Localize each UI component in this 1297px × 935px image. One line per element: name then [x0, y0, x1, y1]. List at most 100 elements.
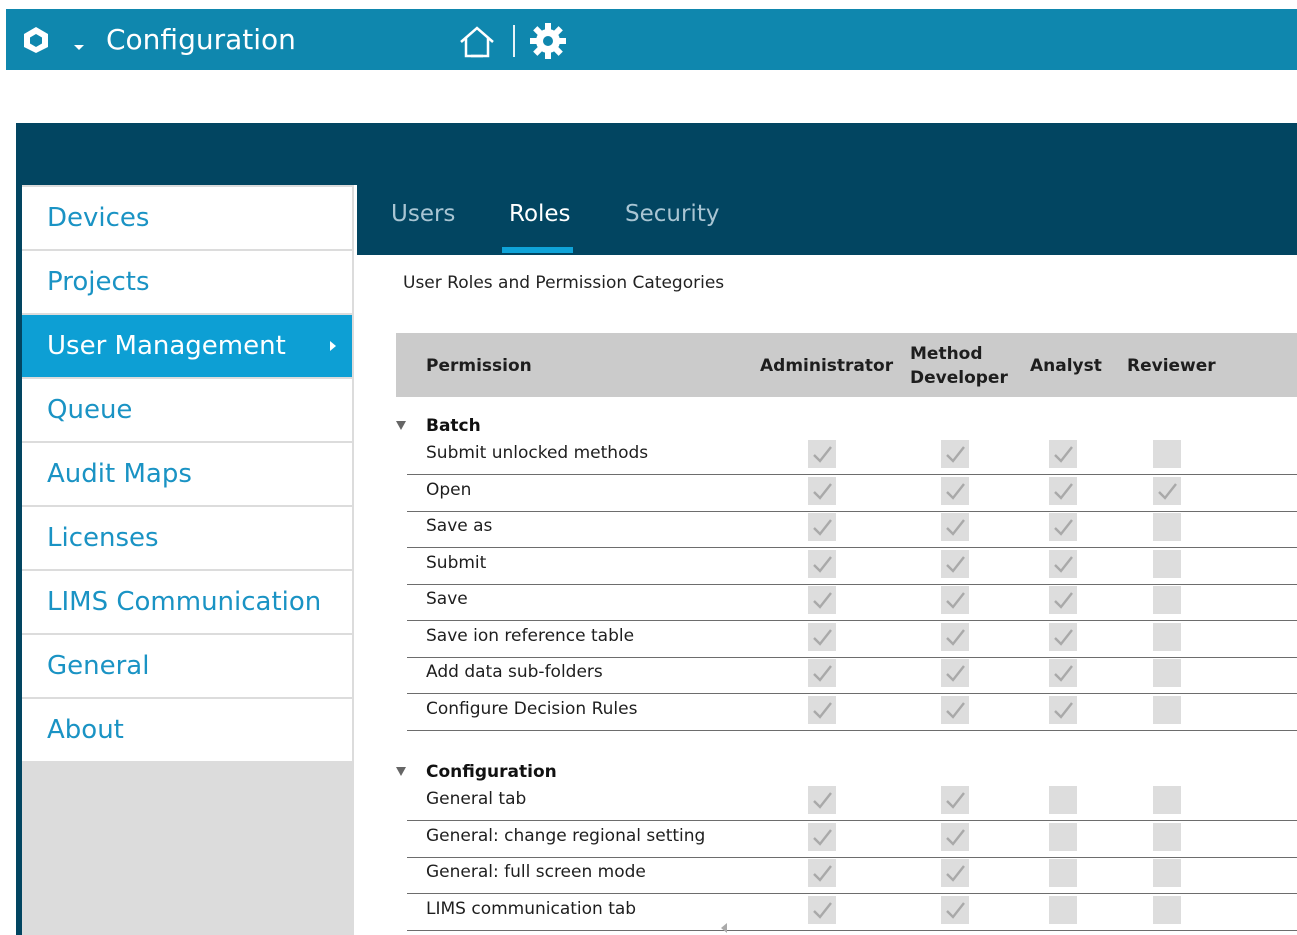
expand-triangle-icon[interactable]	[396, 421, 406, 430]
permission-group-name: Batch	[426, 416, 481, 436]
checkbox-reviewer[interactable]	[1153, 513, 1181, 541]
tab-roles[interactable]: Roles	[509, 201, 571, 227]
checkbox-administrator[interactable]	[808, 859, 836, 887]
sidebar-item-label: Audit Maps	[47, 459, 192, 489]
expand-triangle-icon[interactable]	[396, 767, 406, 776]
checkbox-administrator[interactable]	[808, 786, 836, 814]
sidebar-item-general[interactable]: General	[22, 635, 352, 697]
home-icon[interactable]	[458, 25, 496, 59]
checkbox-reviewer[interactable]	[1153, 659, 1181, 687]
checkbox-analyst[interactable]	[1049, 895, 1077, 924]
checkmark-icon	[946, 446, 965, 463]
permission-label: General: change regional setting	[426, 825, 706, 846]
sidebar-item-user-management[interactable]: User Management	[22, 315, 352, 377]
checkmark-icon	[1054, 665, 1073, 682]
checkbox-method-developer[interactable]	[941, 476, 969, 505]
permission-row: Configure Decision Rules	[407, 694, 1297, 731]
checkmark-icon	[946, 792, 965, 809]
gear-icon[interactable]	[528, 21, 568, 61]
checkmark-icon	[1054, 555, 1073, 573]
permission-label: General tab	[426, 789, 527, 809]
permission-group-header[interactable]: Batch	[396, 416, 481, 436]
hexagon-logo-icon[interactable]	[22, 26, 50, 54]
checkbox-analyst[interactable]	[1049, 622, 1077, 651]
sidebar-item-label: Devices	[47, 203, 150, 233]
checkbox-administrator[interactable]	[808, 695, 836, 724]
checkbox-reviewer[interactable]	[1153, 476, 1181, 505]
permission-row: Open	[407, 475, 1297, 512]
sidebar-item-lims-communication[interactable]: LIMS Communication	[22, 571, 352, 633]
sidebar-item-projects[interactable]: Projects	[22, 251, 352, 313]
checkbox-administrator[interactable]	[808, 586, 836, 614]
checkbox-analyst[interactable]	[1049, 586, 1077, 614]
column-header-administrator: Administrator	[760, 356, 894, 376]
tab-security[interactable]: Security	[625, 201, 719, 227]
sidebar-item-queue[interactable]: Queue	[22, 379, 352, 441]
checkbox-analyst[interactable]	[1049, 786, 1077, 814]
checkmark-icon	[813, 555, 832, 573]
checkbox-method-developer[interactable]	[941, 586, 969, 614]
sidebar-item-about[interactable]: About	[22, 699, 352, 761]
checkmark-icon	[813, 901, 832, 919]
checkbox-method-developer[interactable]	[941, 822, 969, 851]
checkbox-reviewer[interactable]	[1153, 895, 1181, 924]
checkbox-reviewer[interactable]	[1153, 786, 1181, 814]
sidebar-item-label: User Management	[47, 331, 286, 361]
permission-label: Submit	[426, 552, 487, 573]
column-header-method-developer: Method Developer	[910, 344, 1008, 388]
checkbox-method-developer[interactable]	[941, 659, 969, 687]
checkbox-reviewer[interactable]	[1153, 622, 1181, 651]
checkbox-administrator[interactable]	[808, 822, 836, 851]
checkbox-method-developer[interactable]	[941, 440, 969, 468]
checkbox-reviewer[interactable]	[1153, 586, 1181, 614]
checkmark-icon	[813, 792, 832, 809]
permission-row: Submit unlocked methods	[407, 438, 1297, 475]
checkbox-administrator[interactable]	[808, 513, 836, 541]
checkmark-icon	[1054, 592, 1073, 609]
checkbox-reviewer[interactable]	[1153, 695, 1181, 724]
checkbox-administrator[interactable]	[808, 440, 836, 468]
checkbox-method-developer[interactable]	[941, 859, 969, 887]
checkbox-analyst[interactable]	[1049, 695, 1077, 724]
checkbox-reviewer[interactable]	[1153, 859, 1181, 887]
sidebar-item-licenses[interactable]: Licenses	[22, 507, 352, 569]
checkbox-method-developer[interactable]	[941, 695, 969, 724]
checkbox-administrator[interactable]	[808, 895, 836, 924]
sidebar-item-devices[interactable]: Devices	[22, 187, 352, 249]
checkbox-method-developer[interactable]	[941, 895, 969, 924]
checkbox-method-developer[interactable]	[941, 622, 969, 651]
checkbox-analyst[interactable]	[1049, 549, 1077, 578]
checkbox-method-developer[interactable]	[941, 513, 969, 541]
sidebar-item-audit-maps[interactable]: Audit Maps	[22, 443, 352, 505]
checkbox-administrator[interactable]	[808, 622, 836, 651]
permission-group-header[interactable]: Configuration	[396, 762, 557, 782]
permission-row: Save ion reference table	[407, 621, 1297, 658]
app-menu-chevron-down-icon[interactable]	[74, 45, 84, 50]
column-header-reviewer: Reviewer	[1127, 356, 1216, 376]
scroll-left-arrow-icon[interactable]	[721, 923, 727, 933]
checkbox-administrator[interactable]	[808, 549, 836, 578]
checkbox-analyst[interactable]	[1049, 440, 1077, 468]
permission-row: Save as	[407, 511, 1297, 548]
checkbox-administrator[interactable]	[808, 659, 836, 687]
checkmark-icon	[1158, 482, 1177, 500]
checkmark-icon	[813, 628, 832, 646]
checkmark-icon	[1054, 482, 1073, 500]
app-title: Configuration	[106, 23, 296, 56]
permission-row: General: change regional setting	[407, 821, 1297, 858]
checkbox-reviewer[interactable]	[1153, 440, 1181, 468]
checkbox-analyst[interactable]	[1049, 476, 1077, 505]
checkbox-analyst[interactable]	[1049, 659, 1077, 687]
checkbox-administrator[interactable]	[808, 476, 836, 505]
column-header-analyst: Analyst	[1030, 356, 1102, 376]
checkbox-reviewer[interactable]	[1153, 549, 1181, 578]
checkbox-analyst[interactable]	[1049, 513, 1077, 541]
checkbox-analyst[interactable]	[1049, 859, 1077, 887]
checkbox-reviewer[interactable]	[1153, 822, 1181, 851]
checkmark-icon	[813, 828, 832, 846]
checkbox-analyst[interactable]	[1049, 822, 1077, 851]
checkbox-method-developer[interactable]	[941, 786, 969, 814]
tab-users[interactable]: Users	[391, 201, 455, 227]
checkmark-icon	[946, 901, 965, 919]
checkbox-method-developer[interactable]	[941, 549, 969, 578]
